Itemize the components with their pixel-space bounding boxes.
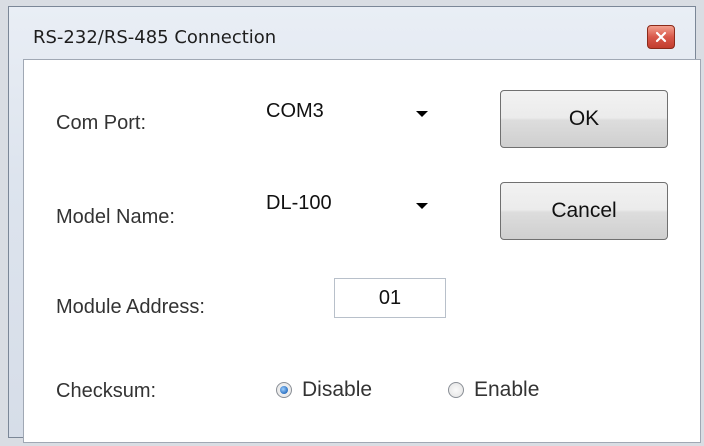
dialog-client-area: Com Port: COM3 Model Name: DL-100 OK Can… [23, 59, 701, 443]
dialog-window: RS-232/RS-485 Connection Com Port: COM3 … [8, 6, 701, 443]
cancel-button[interactable]: Cancel [500, 182, 668, 240]
radio-unselected-icon [448, 382, 464, 398]
com-port-select[interactable]: COM3 [258, 96, 438, 138]
checksum-enable-radio[interactable]: Enable [448, 378, 539, 402]
checksum-disable-radio[interactable]: Disable [276, 378, 372, 402]
window-title: RS-232/RS-485 Connection [33, 27, 277, 48]
close-icon [655, 31, 667, 43]
model-name-label: Model Name: [56, 206, 175, 228]
com-port-label: Com Port: [56, 112, 147, 134]
module-address-label: Module Address: [56, 296, 205, 318]
model-name-select[interactable]: DL-100 [258, 188, 438, 230]
close-button[interactable] [647, 25, 675, 49]
checksum-enable-label: Enable [474, 378, 540, 401]
ok-button[interactable]: OK [500, 90, 668, 148]
com-port-value: COM3 [266, 100, 324, 122]
module-address-input[interactable]: 01 [334, 278, 446, 318]
chevron-down-icon [416, 111, 428, 117]
radio-selected-icon [276, 382, 292, 398]
model-name-value: DL-100 [266, 192, 332, 214]
checksum-disable-label: Disable [302, 378, 373, 401]
chevron-down-icon [416, 203, 428, 209]
checksum-label: Checksum: [56, 380, 157, 402]
